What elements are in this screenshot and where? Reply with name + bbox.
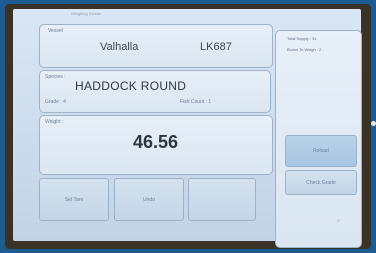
vessel-name: Valhalla <box>100 41 139 53</box>
set-tare-button[interactable]: Set Tare <box>39 178 109 221</box>
weight-label: Weight : <box>45 119 64 125</box>
weight-panel: Weight : 46.56 <box>39 115 273 175</box>
undo-button[interactable]: Undo <box>114 178 184 221</box>
app-title: Weighing Screen <box>71 11 102 16</box>
screen-indicator-dot <box>337 219 340 222</box>
bezel-light-icon <box>371 121 376 126</box>
fish-count-label: Fish Count : 1 <box>180 99 212 105</box>
grade-label: Grade : 4 <box>45 99 66 105</box>
weighing-app-screen: Weighing Screen Vessel Valhalla LK687 Sp… <box>13 9 362 248</box>
vessel-code: LK687 <box>200 41 232 53</box>
boxes-to-weigh-label: Boxes To Weigh : 2 <box>287 47 322 52</box>
species-panel: Species : HADDOCK ROUND Grade : 4 Fish C… <box>39 70 271 113</box>
check-grade-button[interactable]: Check Grade <box>285 170 357 195</box>
reload-button[interactable]: Reload <box>285 135 357 167</box>
vessel-panel: Vessel Valhalla LK687 <box>39 24 273 68</box>
species-label: Species : <box>45 74 66 80</box>
vessel-label: Vessel <box>48 28 63 34</box>
weight-value: 46.56 <box>133 132 179 152</box>
blank-button[interactable] <box>188 178 256 221</box>
species-name: HADDOCK ROUND <box>75 79 187 93</box>
total-supply-label: Total Supply : 31 <box>287 36 317 41</box>
